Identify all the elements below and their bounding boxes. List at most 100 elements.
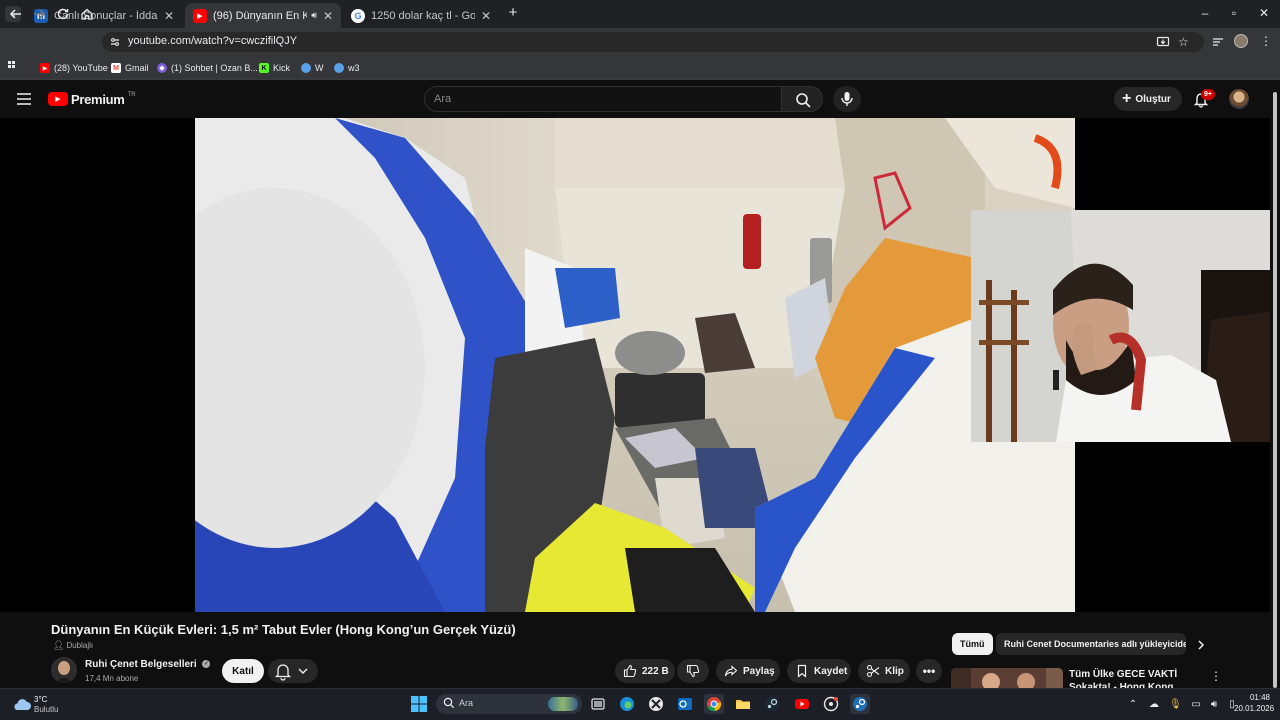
edge-icon[interactable] — [617, 694, 637, 714]
reading-list-icon[interactable] — [1211, 35, 1225, 49]
recommended-video-thumbnail[interactable] — [951, 668, 1063, 688]
webcam-overlay — [971, 210, 1270, 442]
like-button[interactable]: 222 B — [615, 659, 675, 683]
youtube-premium-logo[interactable]: ▶ Premium TR — [48, 91, 136, 107]
profile-avatar[interactable] — [1234, 34, 1248, 48]
clock-time: 01:48 — [1249, 693, 1270, 702]
chip-from-uploader[interactable]: Ruhi Cenet Documentaries adlı yükleyicid… — [996, 633, 1186, 655]
back-button[interactable] — [8, 6, 24, 22]
chrome-icon[interactable] — [704, 694, 724, 714]
outlook-icon[interactable] — [675, 694, 695, 714]
chip-all[interactable]: Tümü — [952, 633, 993, 655]
verified-icon: ✓ — [202, 660, 211, 669]
speaker-icon[interactable]: 🔊︎ — [311, 10, 317, 21]
install-app-icon[interactable] — [1156, 35, 1170, 49]
bookmark-star-icon[interactable]: ☆ — [1178, 35, 1192, 49]
bookmark-w[interactable]: W — [301, 61, 324, 75]
reload-button[interactable] — [55, 6, 71, 22]
voice-search-button[interactable] — [833, 86, 861, 112]
onedrive-icon[interactable]: ☁ — [1148, 699, 1160, 711]
tab-title: 1250 dolar kaç tl - Google'da Ara — [371, 9, 475, 22]
dislike-button[interactable] — [677, 659, 709, 683]
bookmark-label: Gmail — [125, 63, 149, 73]
close-icon[interactable]: ✕ — [323, 9, 333, 23]
globe-icon — [334, 63, 344, 73]
file-explorer-icon[interactable] — [733, 694, 753, 714]
bookmark-icon — [797, 664, 807, 678]
thumbs-down-icon — [686, 664, 700, 678]
chevron-right-icon[interactable] — [1194, 638, 1208, 652]
xbox-icon[interactable] — [646, 694, 666, 714]
restore-button[interactable]: ▫ — [1226, 5, 1242, 21]
clock-date: 20.01.2026 — [1234, 704, 1275, 713]
scissors-icon — [866, 664, 880, 678]
close-window-button[interactable]: ✕ — [1256, 5, 1272, 21]
weather-temp: 3°C — [34, 695, 48, 704]
bookmark-sohbet[interactable]: ◆ (1) Sohbet | Ozan B... — [157, 61, 258, 75]
show-hidden-icons[interactable]: ⌃ — [1127, 699, 1139, 711]
youtube-app-icon[interactable] — [792, 694, 812, 714]
task-view-icon[interactable] — [588, 694, 608, 714]
hamburger-menu-icon[interactable] — [17, 93, 31, 105]
minimize-button[interactable]: – — [1197, 5, 1213, 21]
bookmark-w3[interactable]: w3 — [334, 61, 360, 75]
github-desktop-icon[interactable] — [821, 694, 841, 714]
search-input[interactable] — [434, 91, 764, 107]
notification-badge: 9+ — [1201, 89, 1215, 100]
browser-tab-iddaa[interactable]: m Canlı Sonuçlar - İddaa Sonuçları ✕ — [26, 3, 182, 28]
recommended-video-title[interactable]: Tüm Ülke GECE VAKTİ Sokakta! - Hong Kong… — [1069, 668, 1205, 688]
browser-tab-google[interactable]: G 1250 dolar kaç tl - Google'da Ara ✕ — [343, 3, 499, 28]
page-scrollbar[interactable] — [1272, 84, 1278, 688]
share-button[interactable]: Paylaş — [716, 659, 780, 683]
video-frame[interactable] — [195, 118, 1075, 612]
clock[interactable]: 01:48 20.01.2026 — [1234, 692, 1275, 716]
share-label: Paylaş — [743, 665, 775, 677]
dub-label: Dublajlı — [66, 640, 94, 650]
browser-menu-icon[interactable]: ⋮ — [1260, 34, 1272, 48]
video-content — [195, 118, 1075, 612]
steam-icon[interactable] — [762, 694, 782, 714]
browser-tab-youtube[interactable]: ▶ (96) Dünyanın En Küçük Evleri 🔊︎ ✕ — [185, 3, 341, 28]
video-player[interactable] — [0, 118, 1270, 612]
new-tab-button[interactable]: + — [505, 5, 521, 21]
search-button[interactable] — [781, 86, 823, 112]
thumbs-up-icon — [623, 664, 637, 678]
close-icon[interactable]: ✕ — [164, 9, 174, 23]
apps-grid-icon[interactable] — [8, 61, 18, 71]
youtube-logo-icon: ▶ — [48, 92, 68, 106]
steam-active-icon[interactable] — [850, 694, 870, 714]
clip-label: Klip — [885, 665, 904, 677]
bookmark-kick[interactable]: K Kick — [259, 61, 290, 75]
volume-icon[interactable]: 🔊︎ — [1208, 699, 1220, 711]
join-button[interactable]: Katıl — [222, 659, 264, 683]
bookmark-gmail[interactable]: M Gmail — [111, 61, 149, 75]
create-label: Oluştur — [1135, 93, 1171, 105]
video-title: Dünyanın En Küçük Evleri: 1,5 m² Tabut E… — [51, 622, 516, 637]
more-actions-button[interactable]: ••• — [916, 659, 942, 683]
display-icon[interactable]: ▭ — [1190, 699, 1202, 711]
close-icon[interactable]: ✕ — [481, 9, 491, 23]
plus-icon: + — [1122, 90, 1132, 107]
forward-button[interactable] — [31, 6, 47, 22]
windows-start-icon[interactable] — [409, 694, 429, 714]
home-button[interactable] — [79, 6, 95, 22]
clip-button[interactable]: Klip — [858, 659, 910, 683]
save-button[interactable]: Kaydet — [787, 659, 851, 683]
subscription-bell-button[interactable] — [268, 659, 318, 683]
recommendation-menu-icon[interactable]: ⋮ — [1210, 669, 1222, 683]
create-button[interactable]: + Oluştur — [1114, 87, 1182, 111]
weather-widget[interactable]: 3°C Bulutlu — [10, 693, 80, 717]
channel-name[interactable]: Ruhi Çenet Belgeselleri ✓ — [85, 659, 211, 670]
channel-avatar[interactable] — [51, 657, 77, 683]
bookmark-label: W — [315, 63, 324, 73]
scrollbar-thumb[interactable] — [1273, 92, 1277, 688]
gmail-icon: M — [111, 63, 121, 73]
microphone-icon[interactable]: 🎙︎ — [1169, 699, 1182, 711]
site-info-icon[interactable] — [109, 36, 121, 48]
taskbar-search-box[interactable]: Ara — [436, 694, 582, 714]
save-label: Kaydet — [814, 665, 848, 677]
bookmark-label: w3 — [348, 63, 360, 73]
bookmark-youtube[interactable]: ▶ (28) YouTube — [40, 61, 108, 75]
subscriber-count: 17,4 Mn abone — [85, 674, 139, 683]
account-avatar[interactable] — [1229, 89, 1249, 109]
